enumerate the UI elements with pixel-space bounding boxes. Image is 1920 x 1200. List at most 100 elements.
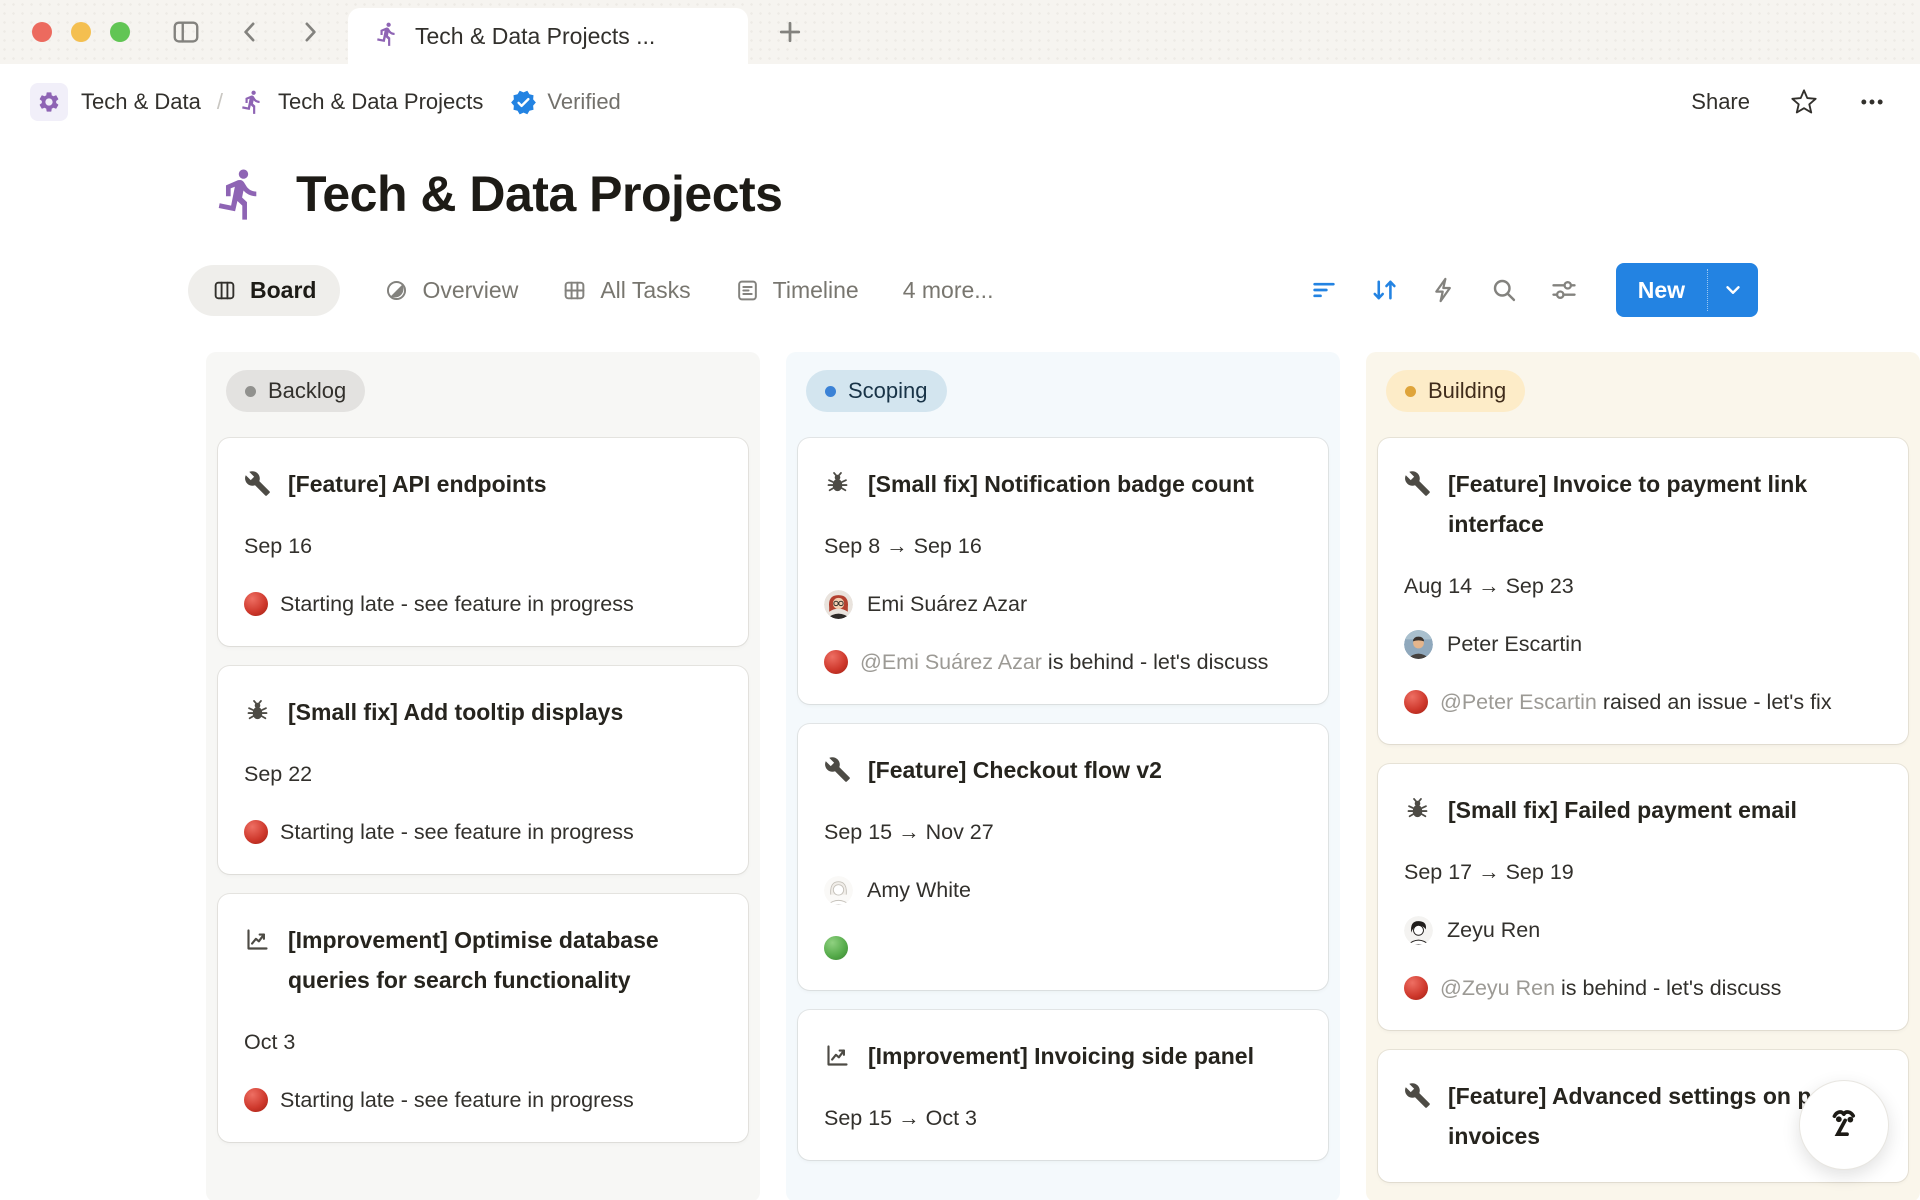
board-column-building: Building [Feature] Invoice to payment lin… xyxy=(1366,352,1920,1200)
status-dot-icon xyxy=(825,386,836,397)
bug-icon xyxy=(244,692,271,732)
column-status-pill[interactable]: Building xyxy=(1386,370,1525,412)
tab-more-views[interactable]: 4 more... xyxy=(903,277,994,304)
new-button[interactable]: New xyxy=(1616,263,1758,317)
gear-icon xyxy=(30,83,68,121)
minimize-window-button[interactable] xyxy=(71,22,91,42)
notion-ai-button[interactable] xyxy=(1799,1080,1889,1170)
card-assignee: Peter Escartin xyxy=(1404,628,1882,660)
runner-icon xyxy=(212,166,268,222)
verified-badge[interactable]: Verified xyxy=(510,89,620,116)
topbar: Tech & Data / Tech & Data Projects Verif… xyxy=(0,64,1920,140)
card-status: @Peter Escartin raised an issue - let's … xyxy=(1404,686,1882,718)
favorite-star-icon[interactable] xyxy=(1790,88,1818,116)
task-card[interactable]: [Feature] Checkout flow v2Sep 15 → Nov 2… xyxy=(798,724,1328,990)
filter-icon[interactable] xyxy=(1310,276,1338,304)
card-date: Oct 3 xyxy=(244,1026,722,1058)
verified-label: Verified xyxy=(547,89,620,115)
task-card[interactable]: [Small fix] Notification badge count Sep … xyxy=(798,438,1328,704)
status-red-circle-icon xyxy=(824,650,848,674)
card-title: [Small fix] Add tooltip displays xyxy=(288,692,623,732)
task-card[interactable]: [Feature] Invoice to payment link interf… xyxy=(1378,438,1908,744)
more-options-icon[interactable] xyxy=(1858,88,1886,116)
tab-label: 4 more... xyxy=(903,277,994,304)
status-text: is behind - let's discuss xyxy=(1048,650,1268,674)
status-text: Starting late - see feature in progress xyxy=(280,592,634,616)
task-card[interactable]: [Feature] API endpointsSep 16Starting la… xyxy=(218,438,748,646)
active-app-tab[interactable]: Tech & Data Projects ... xyxy=(348,8,748,64)
card-date: Sep 8 → Sep 16 xyxy=(824,530,1302,562)
task-card[interactable]: [Small fix] Failed payment email Sep 17 →… xyxy=(1378,764,1908,1030)
card-date: Aug 14 → Sep 23 xyxy=(1404,570,1882,602)
task-card[interactable]: [Improvement] Optimise database queries … xyxy=(218,894,748,1142)
status-text: raised an issue - let's fix xyxy=(1603,690,1832,714)
chevron-down-icon[interactable] xyxy=(1708,263,1758,317)
view-settings-sliders-icon[interactable] xyxy=(1550,276,1578,304)
breadcrumb-item-page[interactable]: Tech & Data Projects xyxy=(278,89,483,115)
view-toolbar: Board Overview All Tasks Timeline 4 more… xyxy=(188,262,1758,318)
breadcrumb: Tech & Data / Tech & Data Projects Verif… xyxy=(30,83,621,121)
new-button-label: New xyxy=(1616,263,1707,317)
card-title: [Improvement] Invoicing side panel xyxy=(868,1036,1254,1076)
breadcrumb-item-workspace[interactable]: Tech & Data xyxy=(81,89,201,115)
tab-label: Overview xyxy=(422,277,518,304)
view-tabs: Board Overview All Tasks Timeline 4 more… xyxy=(188,265,993,316)
assignee-name: Amy White xyxy=(867,874,971,906)
assignee-name: Peter Escartin xyxy=(1447,628,1582,660)
status-mention[interactable]: @Peter Escartin xyxy=(1440,690,1603,714)
status-text: Starting late - see feature in progress xyxy=(280,820,634,844)
card-status: Starting late - see feature in progress xyxy=(244,1084,722,1116)
forward-icon[interactable] xyxy=(292,14,328,50)
status-mention[interactable]: @Zeyu Ren xyxy=(1440,976,1561,1000)
card-title-row: [Improvement] Optimise database queries … xyxy=(244,920,722,1000)
avatar xyxy=(1404,630,1433,659)
avatar xyxy=(1404,916,1433,945)
column-status-pill[interactable]: Scoping xyxy=(806,370,947,412)
tab-label: All Tasks xyxy=(600,277,690,304)
ai-face-icon xyxy=(1821,1102,1867,1148)
column-name: Scoping xyxy=(848,378,928,404)
task-card[interactable]: [Improvement] Invoicing side panelSep 15… xyxy=(798,1010,1328,1160)
tab-label: Board xyxy=(250,277,316,304)
column-status-pill[interactable]: Backlog xyxy=(226,370,365,412)
tab-board[interactable]: Board xyxy=(188,265,340,316)
status-mention[interactable]: @Emi Suárez Azar xyxy=(860,650,1048,674)
card-title: [Small fix] Failed payment email xyxy=(1448,790,1797,830)
card-assignee: Zeyu Ren xyxy=(1404,914,1882,946)
card-title-row: [Feature] API endpoints xyxy=(244,464,722,504)
automation-bolt-icon[interactable] xyxy=(1430,276,1458,304)
status-red-circle-icon xyxy=(1404,690,1428,714)
status-red-circle-icon xyxy=(244,820,268,844)
share-button[interactable]: Share xyxy=(1691,89,1750,115)
kanban-board: Backlog [Feature] API endpointsSep 16Star… xyxy=(206,352,1920,1200)
sort-icon[interactable] xyxy=(1370,276,1398,304)
card-status: @Emi Suárez Azar is behind - let's discu… xyxy=(824,646,1302,678)
card-status: @Zeyu Ren is behind - let's discuss xyxy=(1404,972,1882,1004)
status-dot-icon xyxy=(1405,386,1416,397)
new-tab-icon[interactable] xyxy=(772,14,808,50)
sidebar-toggle-icon[interactable] xyxy=(168,14,204,50)
card-title: [Feature] API endpoints xyxy=(288,464,547,504)
tab-title: Tech & Data Projects ... xyxy=(415,23,655,50)
task-card[interactable]: [Small fix] Add tooltip displaysSep 22St… xyxy=(218,666,748,874)
tab-overview[interactable]: Overview xyxy=(384,277,518,304)
card-date: Sep 17 → Sep 19 xyxy=(1404,856,1882,888)
zoom-window-button[interactable] xyxy=(110,22,130,42)
runner-icon xyxy=(239,89,265,115)
back-icon[interactable] xyxy=(232,14,268,50)
card-title-row: [Small fix] Notification badge count xyxy=(824,464,1302,504)
card-title-row: [Feature] Checkout flow v2 xyxy=(824,750,1302,790)
bug-icon xyxy=(824,464,851,504)
column-cards: [Feature] Invoice to payment link interf… xyxy=(1378,438,1908,1182)
wrench-icon xyxy=(824,750,851,790)
search-icon[interactable] xyxy=(1490,276,1518,304)
chart-icon xyxy=(824,1036,851,1076)
close-window-button[interactable] xyxy=(32,22,52,42)
tab-timeline[interactable]: Timeline xyxy=(735,277,859,304)
board-column-scoping: Scoping [Small fix] Notification badge co… xyxy=(786,352,1340,1200)
window-tab-strip: Tech & Data Projects ... xyxy=(0,0,1920,64)
tab-all-tasks[interactable]: All Tasks xyxy=(562,277,690,304)
assignee-name: Emi Suárez Azar xyxy=(867,588,1027,620)
card-assignee: Amy White xyxy=(824,874,1302,906)
wrench-icon xyxy=(1404,464,1431,544)
